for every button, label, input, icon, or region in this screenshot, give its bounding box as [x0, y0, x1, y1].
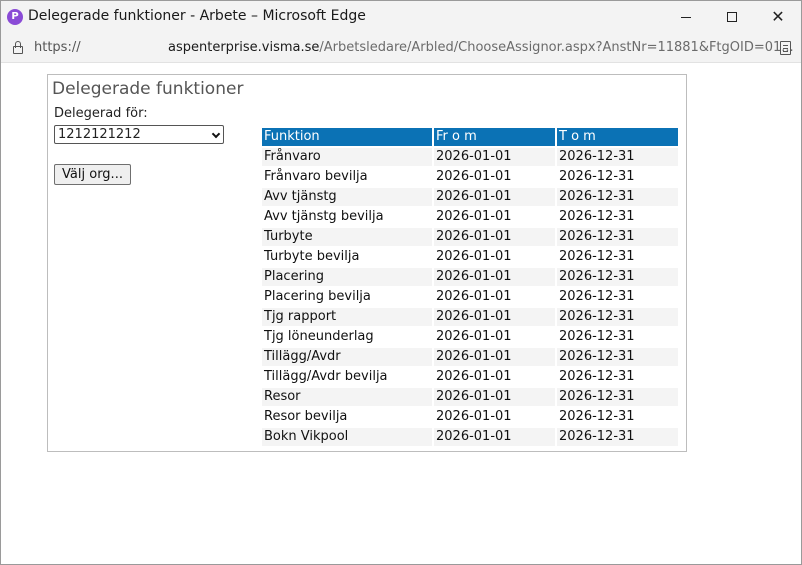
table-row[interactable]: Avv tjänstg bevilja 2026-01-01 2026-12-31: [262, 208, 678, 226]
cell-to-date: 2026-12-31: [557, 328, 678, 346]
delegated-functions-panel: Delegerade funktioner Delegerad för: 121…: [47, 74, 687, 452]
cell-to-date: 2026-12-31: [557, 348, 678, 366]
cell-to-date: 2026-12-31: [557, 388, 678, 406]
url-path: /Arbetsledare/Arbled/ChooseAssignor.aspx…: [319, 40, 794, 55]
minimize-icon: [681, 16, 691, 18]
maximize-button[interactable]: [709, 1, 755, 33]
cell-to-date: 2026-12-31: [557, 308, 678, 326]
table-row[interactable]: Resor bevilja 2026-01-01 2026-12-31: [262, 408, 678, 426]
column-header-to[interactable]: T o m: [557, 128, 678, 146]
table-row[interactable]: Tjg rapport 2026-01-01 2026-12-31: [262, 308, 678, 326]
address-bar[interactable]: https:// aspenterprise.visma.se/Arbetsle…: [1, 33, 801, 63]
cell-to-date: 2026-12-31: [557, 248, 678, 266]
cell-from-date: 2026-01-01: [434, 208, 555, 226]
table-row[interactable]: Turbyte bevilja 2026-01-01 2026-12-31: [262, 248, 678, 266]
column-header-from[interactable]: Fr o m: [434, 128, 555, 146]
functions-table: Funktion Fr o m T o m Frånvaro 2026-01-01…: [260, 126, 680, 448]
close-button[interactable]: ✕: [755, 1, 801, 33]
close-icon: ✕: [771, 7, 785, 26]
cell-to-date: 2026-12-31: [557, 408, 678, 426]
cell-to-date: 2026-12-31: [557, 188, 678, 206]
column-header-function[interactable]: Funktion: [262, 128, 432, 146]
cell-from-date: 2026-01-01: [434, 288, 555, 306]
delegated-for-select[interactable]: 1212121212: [54, 125, 224, 144]
table-row[interactable]: Resor 2026-01-01 2026-12-31: [262, 388, 678, 406]
panel-title: Delegerade funktioner: [52, 79, 244, 99]
table-row[interactable]: Frånvaro bevilja 2026-01-01 2026-12-31: [262, 168, 678, 186]
cell-to-date: 2026-12-31: [557, 148, 678, 166]
table-row[interactable]: Placering bevilja 2026-01-01 2026-12-31: [262, 288, 678, 306]
cell-function: Tillägg/Avdr: [262, 348, 432, 366]
cell-from-date: 2026-01-01: [434, 168, 555, 186]
cell-from-date: 2026-01-01: [434, 428, 555, 446]
title-bar[interactable]: P Delegerade funktioner - Arbete – Micro…: [1, 1, 801, 33]
reader-view-icon[interactable]: [780, 41, 791, 55]
maximize-icon: [727, 12, 737, 22]
cell-from-date: 2026-01-01: [434, 268, 555, 286]
url-text[interactable]: aspenterprise.visma.se/Arbetsledare/Arbl…: [168, 40, 794, 55]
table-row[interactable]: Bokn Vikpool 2026-01-01 2026-12-31: [262, 428, 678, 446]
cell-from-date: 2026-01-01: [434, 328, 555, 346]
cell-function: Turbyte bevilja: [262, 248, 432, 266]
cell-function: Tillägg/Avdr bevilja: [262, 368, 432, 386]
cell-from-date: 2026-01-01: [434, 368, 555, 386]
chevron-down-icon: [211, 129, 221, 139]
table-row[interactable]: Turbyte 2026-01-01 2026-12-31: [262, 228, 678, 246]
lock-icon[interactable]: [12, 41, 24, 54]
table-row[interactable]: Tillägg/Avdr 2026-01-01 2026-12-31: [262, 348, 678, 366]
cell-to-date: 2026-12-31: [557, 208, 678, 226]
cell-function: Avv tjänstg: [262, 188, 432, 206]
cell-function: Turbyte: [262, 228, 432, 246]
table-row[interactable]: Tjg löneunderlag 2026-01-01 2026-12-31: [262, 328, 678, 346]
url-scheme[interactable]: https://: [34, 40, 81, 55]
cell-function: Resor bevilja: [262, 408, 432, 426]
cell-from-date: 2026-01-01: [434, 248, 555, 266]
window-title: Delegerade funktioner - Arbete – Microso…: [28, 8, 366, 24]
cell-function: Tjg löneunderlag: [262, 328, 432, 346]
table-header-row: Funktion Fr o m T o m: [262, 128, 678, 146]
cell-function: Resor: [262, 388, 432, 406]
cell-function: Avv tjänstg bevilja: [262, 208, 432, 226]
browser-window: P Delegerade funktioner - Arbete – Micro…: [0, 0, 802, 565]
cell-function: Bokn Vikpool: [262, 428, 432, 446]
minimize-button[interactable]: [663, 1, 709, 33]
cell-function: Placering bevilja: [262, 288, 432, 306]
cell-function: Placering: [262, 268, 432, 286]
cell-to-date: 2026-12-31: [557, 168, 678, 186]
cell-function: Tjg rapport: [262, 308, 432, 326]
cell-from-date: 2026-01-01: [434, 408, 555, 426]
cell-from-date: 2026-01-01: [434, 388, 555, 406]
cell-to-date: 2026-12-31: [557, 288, 678, 306]
table-row[interactable]: Avv tjänstg 2026-01-01 2026-12-31: [262, 188, 678, 206]
cell-from-date: 2026-01-01: [434, 148, 555, 166]
table-row[interactable]: Placering 2026-01-01 2026-12-31: [262, 268, 678, 286]
cell-from-date: 2026-01-01: [434, 188, 555, 206]
table-body: Frånvaro 2026-01-01 2026-12-31 Frånvaro bev…: [262, 148, 678, 446]
cell-to-date: 2026-12-31: [557, 228, 678, 246]
cell-function: Frånvaro: [262, 148, 432, 166]
cell-function: Frånvaro bevilja: [262, 168, 432, 186]
cell-to-date: 2026-12-31: [557, 268, 678, 286]
delegated-for-label: Delegerad för:: [54, 106, 148, 121]
cell-to-date: 2026-12-31: [557, 368, 678, 386]
table-row[interactable]: Tillägg/Avdr bevilja 2026-01-01 2026-12-31: [262, 368, 678, 386]
choose-org-button[interactable]: Välj org...: [54, 164, 131, 185]
cell-from-date: 2026-01-01: [434, 228, 555, 246]
delegated-for-value: 1212121212: [58, 127, 141, 142]
url-host: aspenterprise.visma.se: [168, 40, 320, 55]
browser-profile-icon[interactable]: P: [7, 9, 23, 25]
cell-from-date: 2026-01-01: [434, 348, 555, 366]
cell-to-date: 2026-12-31: [557, 428, 678, 446]
table-row[interactable]: Frånvaro 2026-01-01 2026-12-31: [262, 148, 678, 166]
cell-from-date: 2026-01-01: [434, 308, 555, 326]
